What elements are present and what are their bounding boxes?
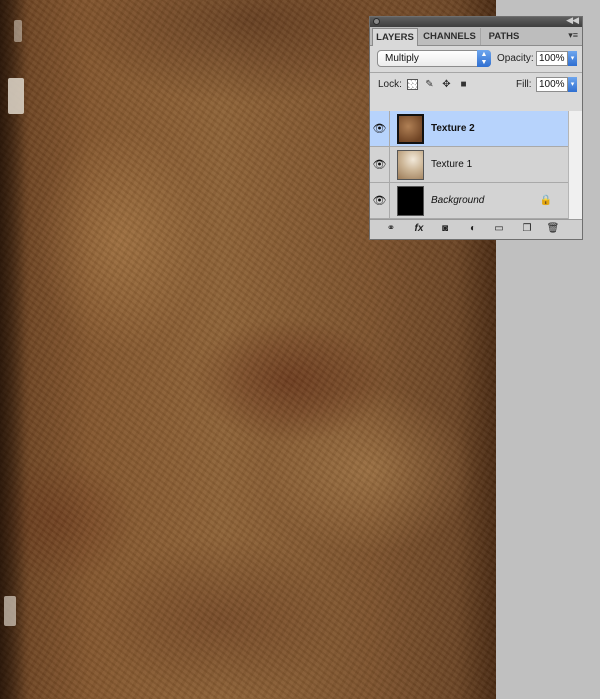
opacity-dropdown-icon[interactable]: ▾ xyxy=(568,51,577,66)
blend-row: Multiply ▲ ▼ Opacity: 100% ▾ xyxy=(370,46,582,72)
fill-field[interactable]: 100% xyxy=(536,77,568,92)
panel-titlebar[interactable]: ◀◀ xyxy=(370,15,582,27)
layers-panel: ◀◀ LAYERS CHANNELS PATHS ▾≡ Multiply ▲ ▼ … xyxy=(369,15,583,240)
layer-row-background[interactable]: 👁 Background 🔒 xyxy=(370,183,568,219)
lock-row: Lock: ✎ ✥ ■ Fill: 100% ▾ xyxy=(370,73,582,97)
select-arrows-icon: ▲ ▼ xyxy=(477,50,491,67)
adjustment-icon[interactable]: ◐ xyxy=(465,222,481,236)
layer-list: 👁 Texture 2 👁 Texture 1 👁 Background 🔒 xyxy=(370,111,568,219)
mask-icon[interactable]: ◙ xyxy=(438,222,452,236)
collapse-icon[interactable]: ◀◀ xyxy=(566,15,579,26)
opacity-field[interactable]: 100% xyxy=(536,51,568,66)
panel-menu-icon[interactable]: ▾≡ xyxy=(568,30,578,41)
fill-label: Fill: xyxy=(516,79,532,90)
layer-name: Background xyxy=(431,195,485,206)
layer-thumbnail xyxy=(397,150,424,180)
tab-channels[interactable]: CHANNELS xyxy=(419,28,481,45)
tab-layers[interactable]: LAYERS xyxy=(372,28,418,46)
panel-footer: ⚭ fx ◙ ◐ ▭ ❐ 🗑 xyxy=(370,219,582,239)
opacity-label: Opacity: xyxy=(497,53,534,64)
close-icon[interactable] xyxy=(373,18,380,25)
tab-paths[interactable]: PATHS xyxy=(482,28,526,45)
lock-label: Lock: xyxy=(378,79,402,90)
panel-tabs: LAYERS CHANNELS PATHS ▾≡ xyxy=(370,27,582,46)
fx-icon[interactable]: fx xyxy=(410,222,428,236)
layer-name: Texture 2 xyxy=(431,123,475,134)
lock-all-icon[interactable]: ■ xyxy=(458,79,469,90)
eye-icon[interactable]: 👁 xyxy=(370,147,390,183)
new-layer-icon[interactable]: ❐ xyxy=(520,222,534,236)
fill-dropdown-icon[interactable]: ▾ xyxy=(568,77,577,92)
paper-chip xyxy=(14,20,22,42)
layer-row-texture-2[interactable]: 👁 Texture 2 xyxy=(370,111,568,147)
layer-row-texture-1[interactable]: 👁 Texture 1 xyxy=(370,147,568,183)
eye-icon[interactable]: 👁 xyxy=(370,111,390,147)
paper-chip xyxy=(8,78,24,114)
blend-mode-value: Multiply xyxy=(385,53,419,64)
lock-move-icon[interactable]: ✥ xyxy=(441,79,452,90)
lock-brush-icon[interactable]: ✎ xyxy=(424,79,435,90)
layer-thumbnail xyxy=(397,114,424,144)
link-icon[interactable]: ⚭ xyxy=(382,222,400,236)
group-folder-icon[interactable]: ▭ xyxy=(492,222,506,236)
blend-mode-select[interactable]: Multiply ▲ ▼ xyxy=(377,50,491,67)
paper-chip xyxy=(4,596,16,626)
layer-name: Texture 1 xyxy=(431,159,473,170)
layer-thumbnail xyxy=(397,186,424,216)
eye-icon[interactable]: 👁 xyxy=(370,183,390,219)
lock-icon: 🔒 xyxy=(539,195,552,206)
lock-transparency-icon[interactable] xyxy=(407,79,418,90)
layer-list-scrollbar[interactable] xyxy=(568,111,582,219)
trash-icon[interactable]: 🗑 xyxy=(546,222,560,236)
